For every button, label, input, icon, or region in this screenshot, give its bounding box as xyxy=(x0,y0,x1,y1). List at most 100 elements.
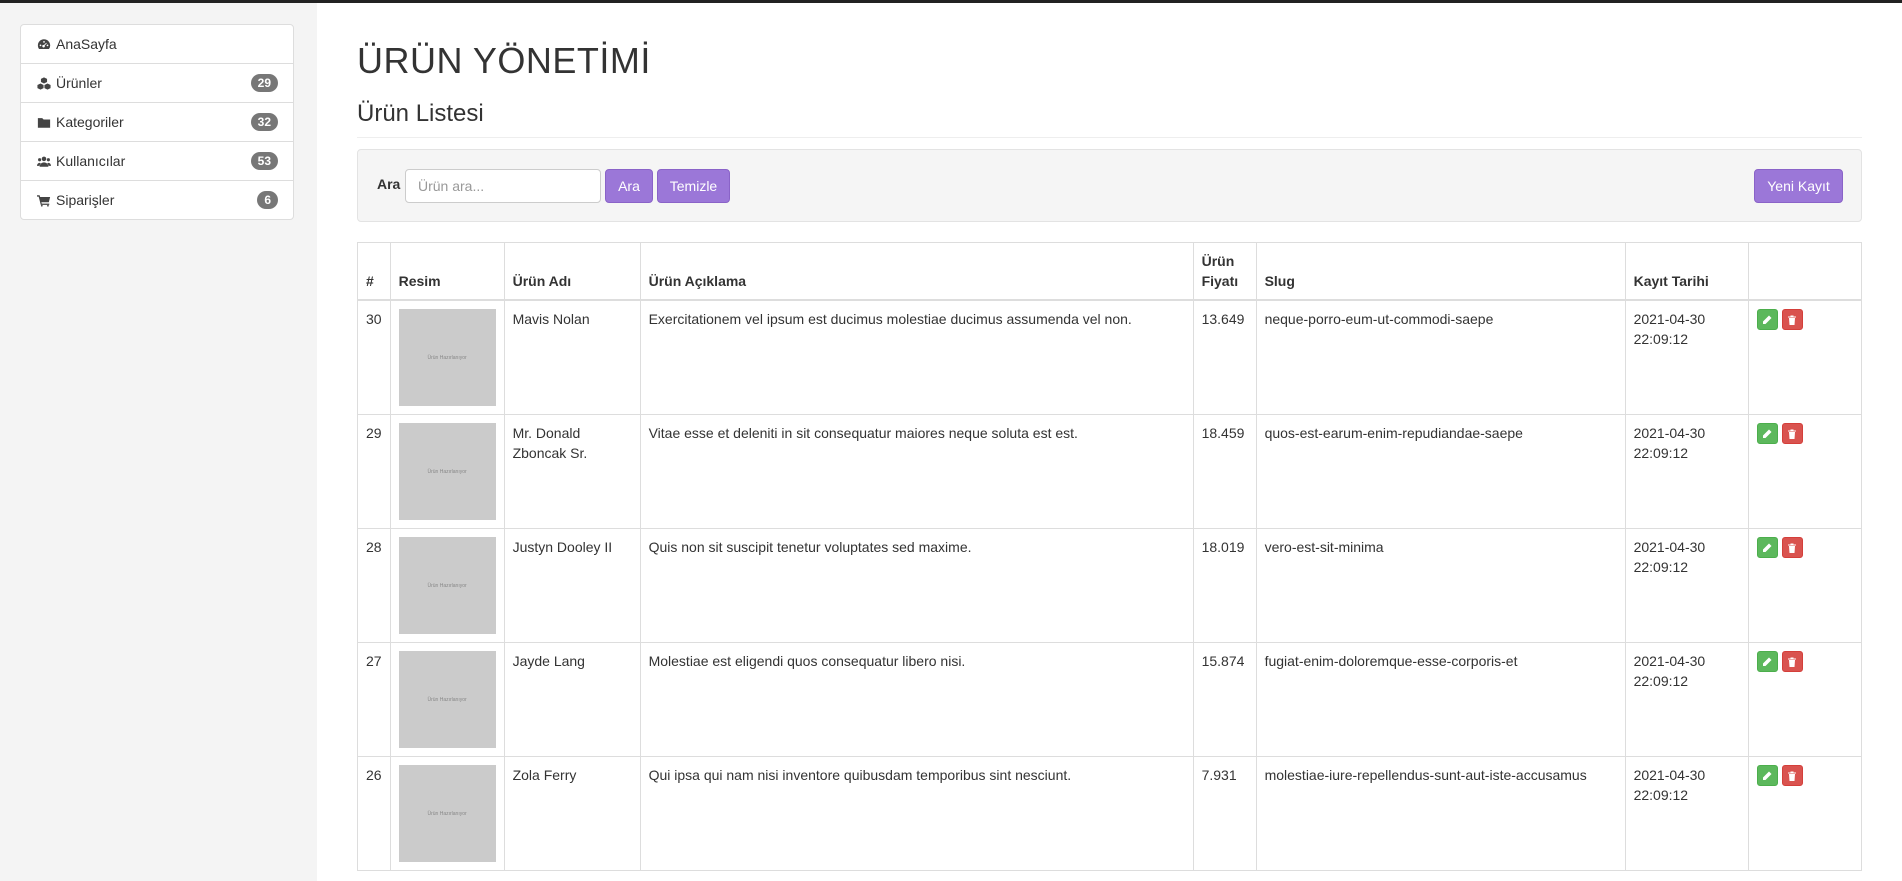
row-id: 29 xyxy=(357,414,391,529)
sidebar-item-label: Ürünler xyxy=(56,75,102,91)
row-description: Qui ipsa qui nam nisi inventore quibusda… xyxy=(639,756,1194,871)
table-row: 26 Ürün Hazırlanıyor Zola Ferry Qui ipsa qu… xyxy=(357,756,1863,871)
edit-button[interactable] xyxy=(1756,537,1778,558)
count-badge: 32 xyxy=(250,113,278,131)
table-row: 27 Ürün Hazırlanıyor Jayde Lang Molestiae e… xyxy=(357,642,1863,757)
page-subtitle: Ürün Listesi xyxy=(357,100,1862,138)
pencil-icon xyxy=(1763,771,1772,780)
table-row: 30 Ürün Hazırlanıyor Mavis Nolan Exercitati… xyxy=(357,299,1863,415)
row-actions xyxy=(1747,299,1863,415)
search-label: Ara xyxy=(377,176,401,192)
row-date: 2021-04-30 22:09:12 xyxy=(1624,756,1749,871)
new-record-button[interactable]: Yeni Kayıt xyxy=(1754,169,1843,203)
row-price: 18.019 xyxy=(1192,528,1257,643)
product-thumbnail: Ürün Hazırlanıyor xyxy=(398,537,496,634)
page-title: ÜRÜN YÖNETİMİ xyxy=(357,40,651,81)
product-thumbnail: Ürün Hazırlanıyor xyxy=(398,423,496,520)
clear-button[interactable]: Temizle xyxy=(657,169,730,203)
col-actions-header xyxy=(1747,242,1863,301)
delete-button[interactable] xyxy=(1781,537,1803,558)
row-id: 28 xyxy=(357,528,391,643)
thumbnail-text: Ürün Hazırlanıyor xyxy=(427,696,467,703)
delete-button[interactable] xyxy=(1781,423,1803,444)
table-header-row: # Resim Ürün Adı Ürün Açıklama Ürün Fiya… xyxy=(357,242,1863,301)
edit-button[interactable] xyxy=(1756,765,1778,786)
row-price: 15.874 xyxy=(1192,642,1257,757)
row-date: 2021-04-30 22:09:12 xyxy=(1624,414,1749,529)
row-slug: vero-est-sit-minima xyxy=(1255,528,1626,643)
delete-button[interactable] xyxy=(1781,309,1803,330)
product-thumbnail: Ürün Hazırlanıyor xyxy=(398,765,496,862)
row-image-cell: Ürün Hazırlanıyor xyxy=(389,299,505,415)
row-actions xyxy=(1747,528,1863,643)
row-name: Jayde Lang xyxy=(503,642,641,757)
thumbnail-text: Ürün Hazırlanıyor xyxy=(427,582,467,589)
row-name: Justyn Dooley II xyxy=(503,528,641,643)
pencil-icon xyxy=(1763,315,1772,324)
thumbnail-text: Ürün Hazırlanıyor xyxy=(427,468,467,475)
row-name: Mavis Nolan xyxy=(503,299,641,415)
search-panel: Ara Ara Temizle Yeni Kayıt xyxy=(357,149,1862,222)
sidebar-item-label: Kullanıcılar xyxy=(56,153,126,169)
table-row: 29 Ürün Hazırlanıyor Mr. Donald Zboncak Sr… xyxy=(357,414,1863,529)
search-input[interactable] xyxy=(405,169,601,203)
trash-icon xyxy=(1788,315,1797,325)
trash-icon xyxy=(1788,771,1797,781)
col-id-header: # xyxy=(357,242,391,301)
sidebar-item-label: Kategoriler xyxy=(56,114,124,130)
edit-button[interactable] xyxy=(1756,651,1778,672)
row-id: 30 xyxy=(357,299,391,415)
dashboard-icon xyxy=(36,37,52,51)
row-price: 18.459 xyxy=(1192,414,1257,529)
product-thumbnail: Ürün Hazırlanıyor xyxy=(398,309,496,406)
thumbnail-text: Ürün Hazırlanıyor xyxy=(427,354,467,361)
row-description: Molestiae est eligendi quos consequatur … xyxy=(639,642,1194,757)
cubes-icon xyxy=(36,76,52,90)
sidebar-item-label: Siparişler xyxy=(56,192,115,208)
sidebar-item-kategoriler[interactable]: Kategoriler 32 xyxy=(20,102,294,142)
count-badge: 6 xyxy=(257,191,278,209)
sidebar-item-urunler[interactable]: Ürünler 29 xyxy=(20,63,294,103)
search-button[interactable]: Ara xyxy=(605,169,653,203)
row-id: 27 xyxy=(357,642,391,757)
trash-icon xyxy=(1788,429,1797,439)
edit-button[interactable] xyxy=(1756,423,1778,444)
row-price: 7.931 xyxy=(1192,756,1257,871)
row-price: 13.649 xyxy=(1192,299,1257,415)
row-date: 2021-04-30 22:09:12 xyxy=(1624,299,1749,415)
col-slug-header: Slug xyxy=(1255,242,1626,301)
pencil-icon xyxy=(1763,657,1772,666)
col-date-header: Kayıt Tarihi xyxy=(1624,242,1749,301)
row-actions xyxy=(1747,414,1863,529)
delete-button[interactable] xyxy=(1781,651,1803,672)
sidebar-item-anasayfa[interactable]: AnaSayfa xyxy=(20,24,294,64)
folder-icon xyxy=(36,115,52,129)
delete-button[interactable] xyxy=(1781,765,1803,786)
row-slug: fugiat-enim-doloremque-esse-corporis-et xyxy=(1255,642,1626,757)
cart-icon xyxy=(36,193,52,207)
trash-icon xyxy=(1788,543,1797,553)
product-thumbnail: Ürün Hazırlanıyor xyxy=(398,651,496,748)
product-table: # Resim Ürün Adı Ürün Açıklama Ürün Fiya… xyxy=(357,242,1863,871)
pencil-icon xyxy=(1763,429,1772,438)
sidebar-item-kullanicilar[interactable]: Kullanıcılar 53 xyxy=(20,141,294,181)
row-actions xyxy=(1747,756,1863,871)
trash-icon xyxy=(1788,657,1797,667)
count-badge: 29 xyxy=(250,74,278,92)
row-slug: molestiae-iure-repellendus-sunt-aut-iste… xyxy=(1255,756,1626,871)
row-date: 2021-04-30 22:09:12 xyxy=(1624,642,1749,757)
thumbnail-text: Ürün Hazırlanıyor xyxy=(427,810,467,817)
row-image-cell: Ürün Hazırlanıyor xyxy=(389,642,505,757)
row-date: 2021-04-30 22:09:12 xyxy=(1624,528,1749,643)
col-price-header: Ürün Fiyatı xyxy=(1192,242,1257,301)
row-id: 26 xyxy=(357,756,391,871)
edit-button[interactable] xyxy=(1756,309,1778,330)
row-name: Zola Ferry xyxy=(503,756,641,871)
table-row: 28 Ürün Hazırlanıyor Justyn Dooley II Quis … xyxy=(357,528,1863,643)
users-icon xyxy=(36,154,52,168)
row-slug: neque-porro-eum-ut-commodi-saepe xyxy=(1255,299,1626,415)
sidebar-menu: AnaSayfa Ürünler 29 Kategoriler 32 Kulla… xyxy=(20,24,294,220)
col-name-header: Ürün Adı xyxy=(503,242,641,301)
sidebar-item-siparisler[interactable]: Siparişler 6 xyxy=(20,180,294,220)
col-image-header: Resim xyxy=(389,242,505,301)
